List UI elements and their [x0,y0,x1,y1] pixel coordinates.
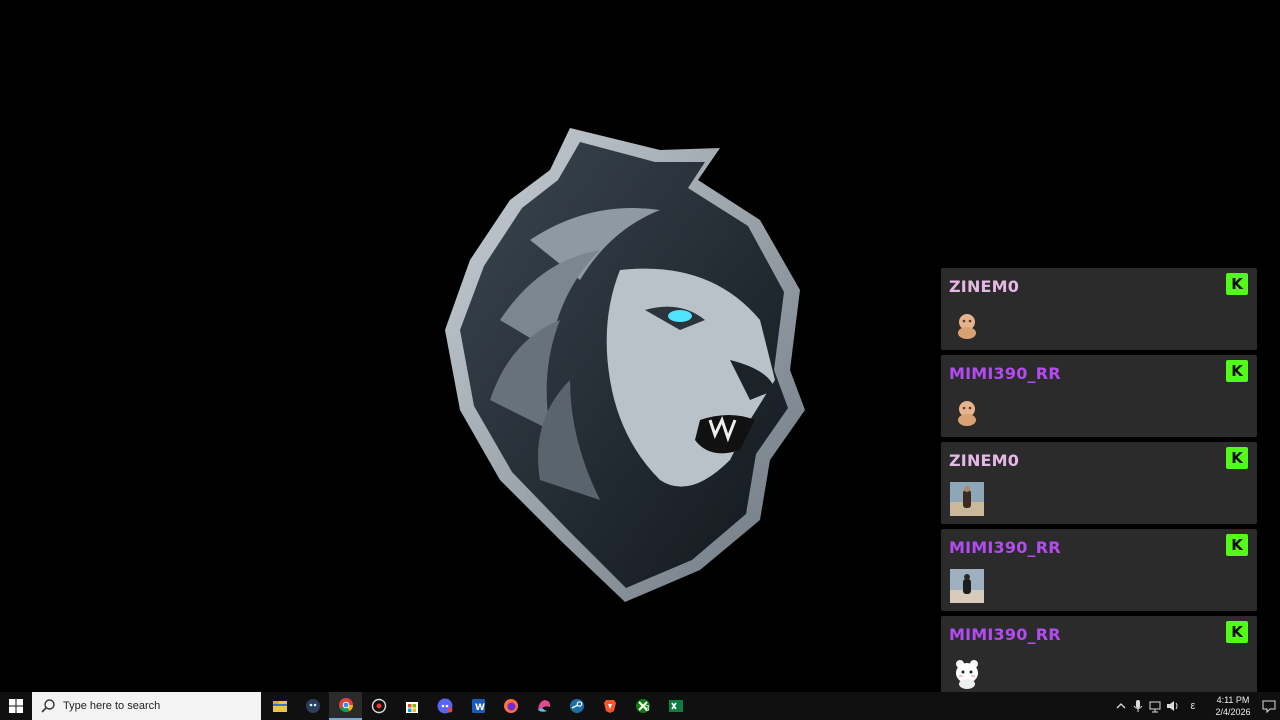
kick-badge-icon: K [1226,273,1248,295]
baby-emote-icon [958,401,976,426]
firefox-icon [503,699,518,713]
beach-image-emote-icon [950,569,984,603]
chat-message: MIMI390_RR K [941,529,1257,611]
lion-logo-wallpaper [445,128,805,602]
taskbar-clock[interactable]: 4:11 PM 2/4/2026 [1208,694,1258,718]
taskbar-chrome[interactable] [329,692,362,720]
taskbar-xbox[interactable]: 3 [626,692,659,720]
chat-message: MIMI390_RR K [941,355,1257,437]
browser-icon [537,700,550,712]
chat-username: MIMI390_RR [949,364,1061,383]
taskbar-excel[interactable] [659,692,692,720]
notification-icon [1262,700,1276,714]
taskbar-store[interactable] [395,692,428,720]
chat-username: ZINEM0 [949,451,1020,470]
clock-date: 2/4/2026 [1215,707,1251,717]
excel-icon [668,700,683,712]
chat-username: MIMI390_RR [949,538,1061,557]
search-placeholder: Type here to search [63,700,161,712]
taskbar-steam[interactable] [560,692,593,720]
taskbar-recorder[interactable] [362,692,395,720]
taskbar-discord[interactable] [428,692,461,720]
beach-image-emote-icon [950,482,984,516]
speaker-icon [1167,701,1178,711]
app-icon [305,699,320,713]
chrome-icon [338,698,353,713]
white-bear-emote-icon [956,660,978,689]
volume-button[interactable] [1165,692,1181,720]
file-explorer-icon [272,701,287,712]
system-tray: ε 4:11 PM 2/4/2026 [1110,692,1280,720]
discord-icon [437,698,452,714]
action-center-button[interactable] [1260,692,1278,720]
chat-overlay: ZINEM0 K MIMI390_RR K ZINEM0 K MIMI390_R… [941,268,1258,692]
taskbar-firefox[interactable] [494,692,527,720]
xbox-notification-badge: 3 [645,704,650,713]
taskbar: Type here to search W 3 ε 4:11 PM 2/4/20… [0,692,1280,720]
network-button[interactable] [1147,692,1163,720]
chat-username: ZINEM0 [949,277,1020,296]
chat-message: ZINEM0 K [941,268,1257,350]
kick-badge-icon: K [1226,447,1248,469]
start-button[interactable] [0,692,32,720]
chevron-up-icon [1116,703,1126,709]
taskbar-brave[interactable] [593,692,626,720]
baby-emote-icon [958,314,976,339]
microphone-icon [1133,700,1143,712]
network-icon [1149,701,1161,713]
taskbar-app[interactable] [296,692,329,720]
windows-logo-icon [9,699,23,713]
taskbar-search-box[interactable]: Type here to search [32,692,261,720]
chat-message: MIMI390_RR K [941,616,1257,692]
svg-text:W: W [475,703,485,713]
clock-time: 4:11 PM [1216,695,1250,705]
input-language-indicator[interactable]: ε [1186,692,1200,720]
taskbar-file-explorer[interactable] [263,692,296,720]
store-icon [405,702,418,713]
brave-icon [603,700,616,713]
kick-badge-icon: K [1226,360,1248,382]
show-hidden-icons-button[interactable] [1113,692,1129,720]
chat-username: MIMI390_RR [949,625,1061,644]
word-icon: W [471,699,485,713]
steam-icon [569,699,584,713]
kick-badge-icon: K [1226,534,1248,556]
chat-message: ZINEM0 K [941,442,1257,524]
recorder-icon [371,698,386,714]
microphone-button[interactable] [1130,692,1146,720]
taskbar-word[interactable]: W [461,692,494,720]
search-icon [41,699,55,713]
kick-badge-icon: K [1226,621,1248,643]
taskbar-browser[interactable] [527,692,560,720]
